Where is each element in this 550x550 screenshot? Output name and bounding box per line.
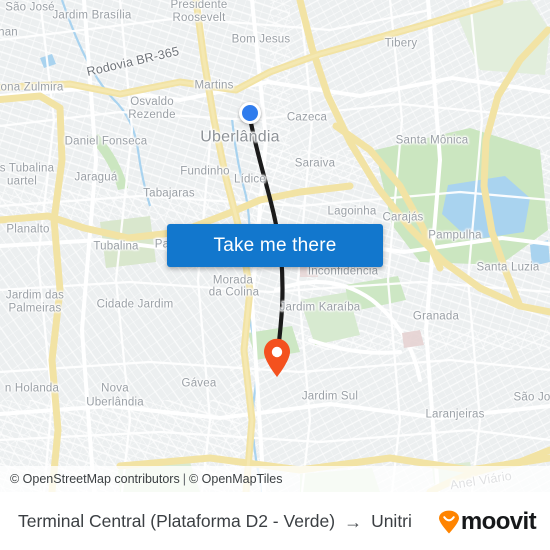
moovit-trip-map-screen: São José Jardim Brasília Presidente Roosev…	[0, 0, 550, 550]
trip-destination-label: Unitri	[371, 511, 412, 531]
attribution-separator: |	[182, 472, 186, 486]
arrow-right-icon: →	[344, 511, 363, 532]
take-me-there-button[interactable]: Take me there	[167, 224, 383, 267]
moovit-logo[interactable]: moovit	[438, 507, 537, 535]
attribution-maptiles[interactable]: © OpenMapTiles	[189, 472, 283, 486]
moovit-wordmark: moovit	[460, 507, 537, 535]
moovit-pin-icon	[438, 510, 460, 534]
map-canvas[interactable]: São José Jardim Brasília Presidente Roosev…	[0, 0, 550, 492]
trip-footer-bar: Terminal Central (Plataforma D2 - Verde)…	[0, 492, 550, 550]
trip-summary: Terminal Central (Plataforma D2 - Verde)…	[18, 511, 438, 532]
attribution-osm[interactable]: © OpenStreetMap contributors	[10, 472, 180, 486]
destination-pin[interactable]	[262, 338, 292, 378]
map-attribution: © OpenStreetMap contributors | © OpenMap…	[0, 466, 550, 492]
current-location-dot[interactable]	[239, 102, 261, 124]
trip-origin-label: Terminal Central (Plataforma D2 - Verde)	[18, 511, 336, 531]
